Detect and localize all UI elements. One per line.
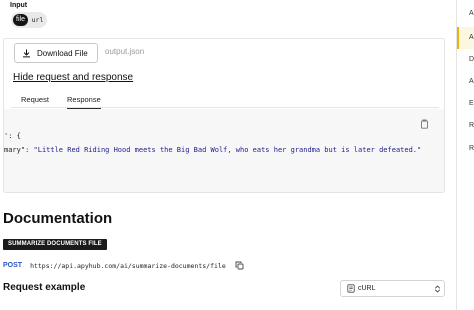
sidebar-item-5[interactable]: E — [469, 100, 474, 107]
sidebar-item-6[interactable]: R — [469, 122, 474, 129]
code-language-icon — [347, 284, 355, 293]
documentation-heading: Documentation — [3, 210, 113, 227]
endpoint-url: https://api.apyhub.com/ai/summarize-docu… — [30, 261, 226, 270]
language-select[interactable]: cURL — [340, 280, 445, 297]
sidebar-item-7[interactable]: R — [469, 145, 474, 152]
download-button-label: Download File — [37, 48, 88, 58]
sidebar-item-4[interactable]: A — [469, 78, 474, 85]
download-file-button[interactable]: Download File — [14, 43, 98, 63]
code-key: mary": — [4, 146, 34, 154]
copy-url-icon[interactable] — [235, 261, 244, 270]
sidebar-item-3[interactable]: D — [469, 56, 474, 63]
sidebar-item-1[interactable]: A — [469, 10, 474, 17]
response-code-block: ': { mary": "Little Red Riding Hood meet… — [4, 109, 444, 192]
chevron-updown-icon — [435, 285, 440, 293]
output-panel: Download File output.json Hide request a… — [3, 38, 445, 193]
tab-request[interactable]: Request — [21, 95, 49, 104]
hide-request-response-link[interactable]: Hide request and response — [13, 72, 133, 83]
request-example-heading: Request example — [3, 282, 86, 293]
download-icon — [22, 48, 31, 57]
code-line-2: mary": "Little Red Riding Hood meets the… — [4, 146, 421, 154]
input-type-toggle[interactable]: file url — [11, 12, 47, 28]
toggle-option-url[interactable]: url — [30, 14, 45, 26]
sidebar-item-2[interactable]: A — [469, 34, 474, 41]
endpoint-badge: SUMMARIZE DOCUMENTS FILE — [3, 239, 107, 250]
toggle-option-file[interactable]: file — [13, 14, 28, 26]
input-label: Input — [10, 2, 28, 9]
http-method: POST — [3, 262, 23, 269]
tab-response[interactable]: Response — [67, 95, 101, 109]
copy-icon[interactable] — [420, 119, 429, 129]
language-select-value: cURL — [358, 285, 376, 292]
tab-bar: Request Response — [11, 91, 439, 109]
output-filename: output.json — [105, 47, 145, 56]
code-string-value: "Little Red Riding Hood meets the Big Ba… — [33, 146, 422, 154]
endpoint-row: POST https://api.apyhub.com/ai/summarize… — [3, 261, 244, 270]
code-line-1: ': { — [4, 132, 21, 140]
